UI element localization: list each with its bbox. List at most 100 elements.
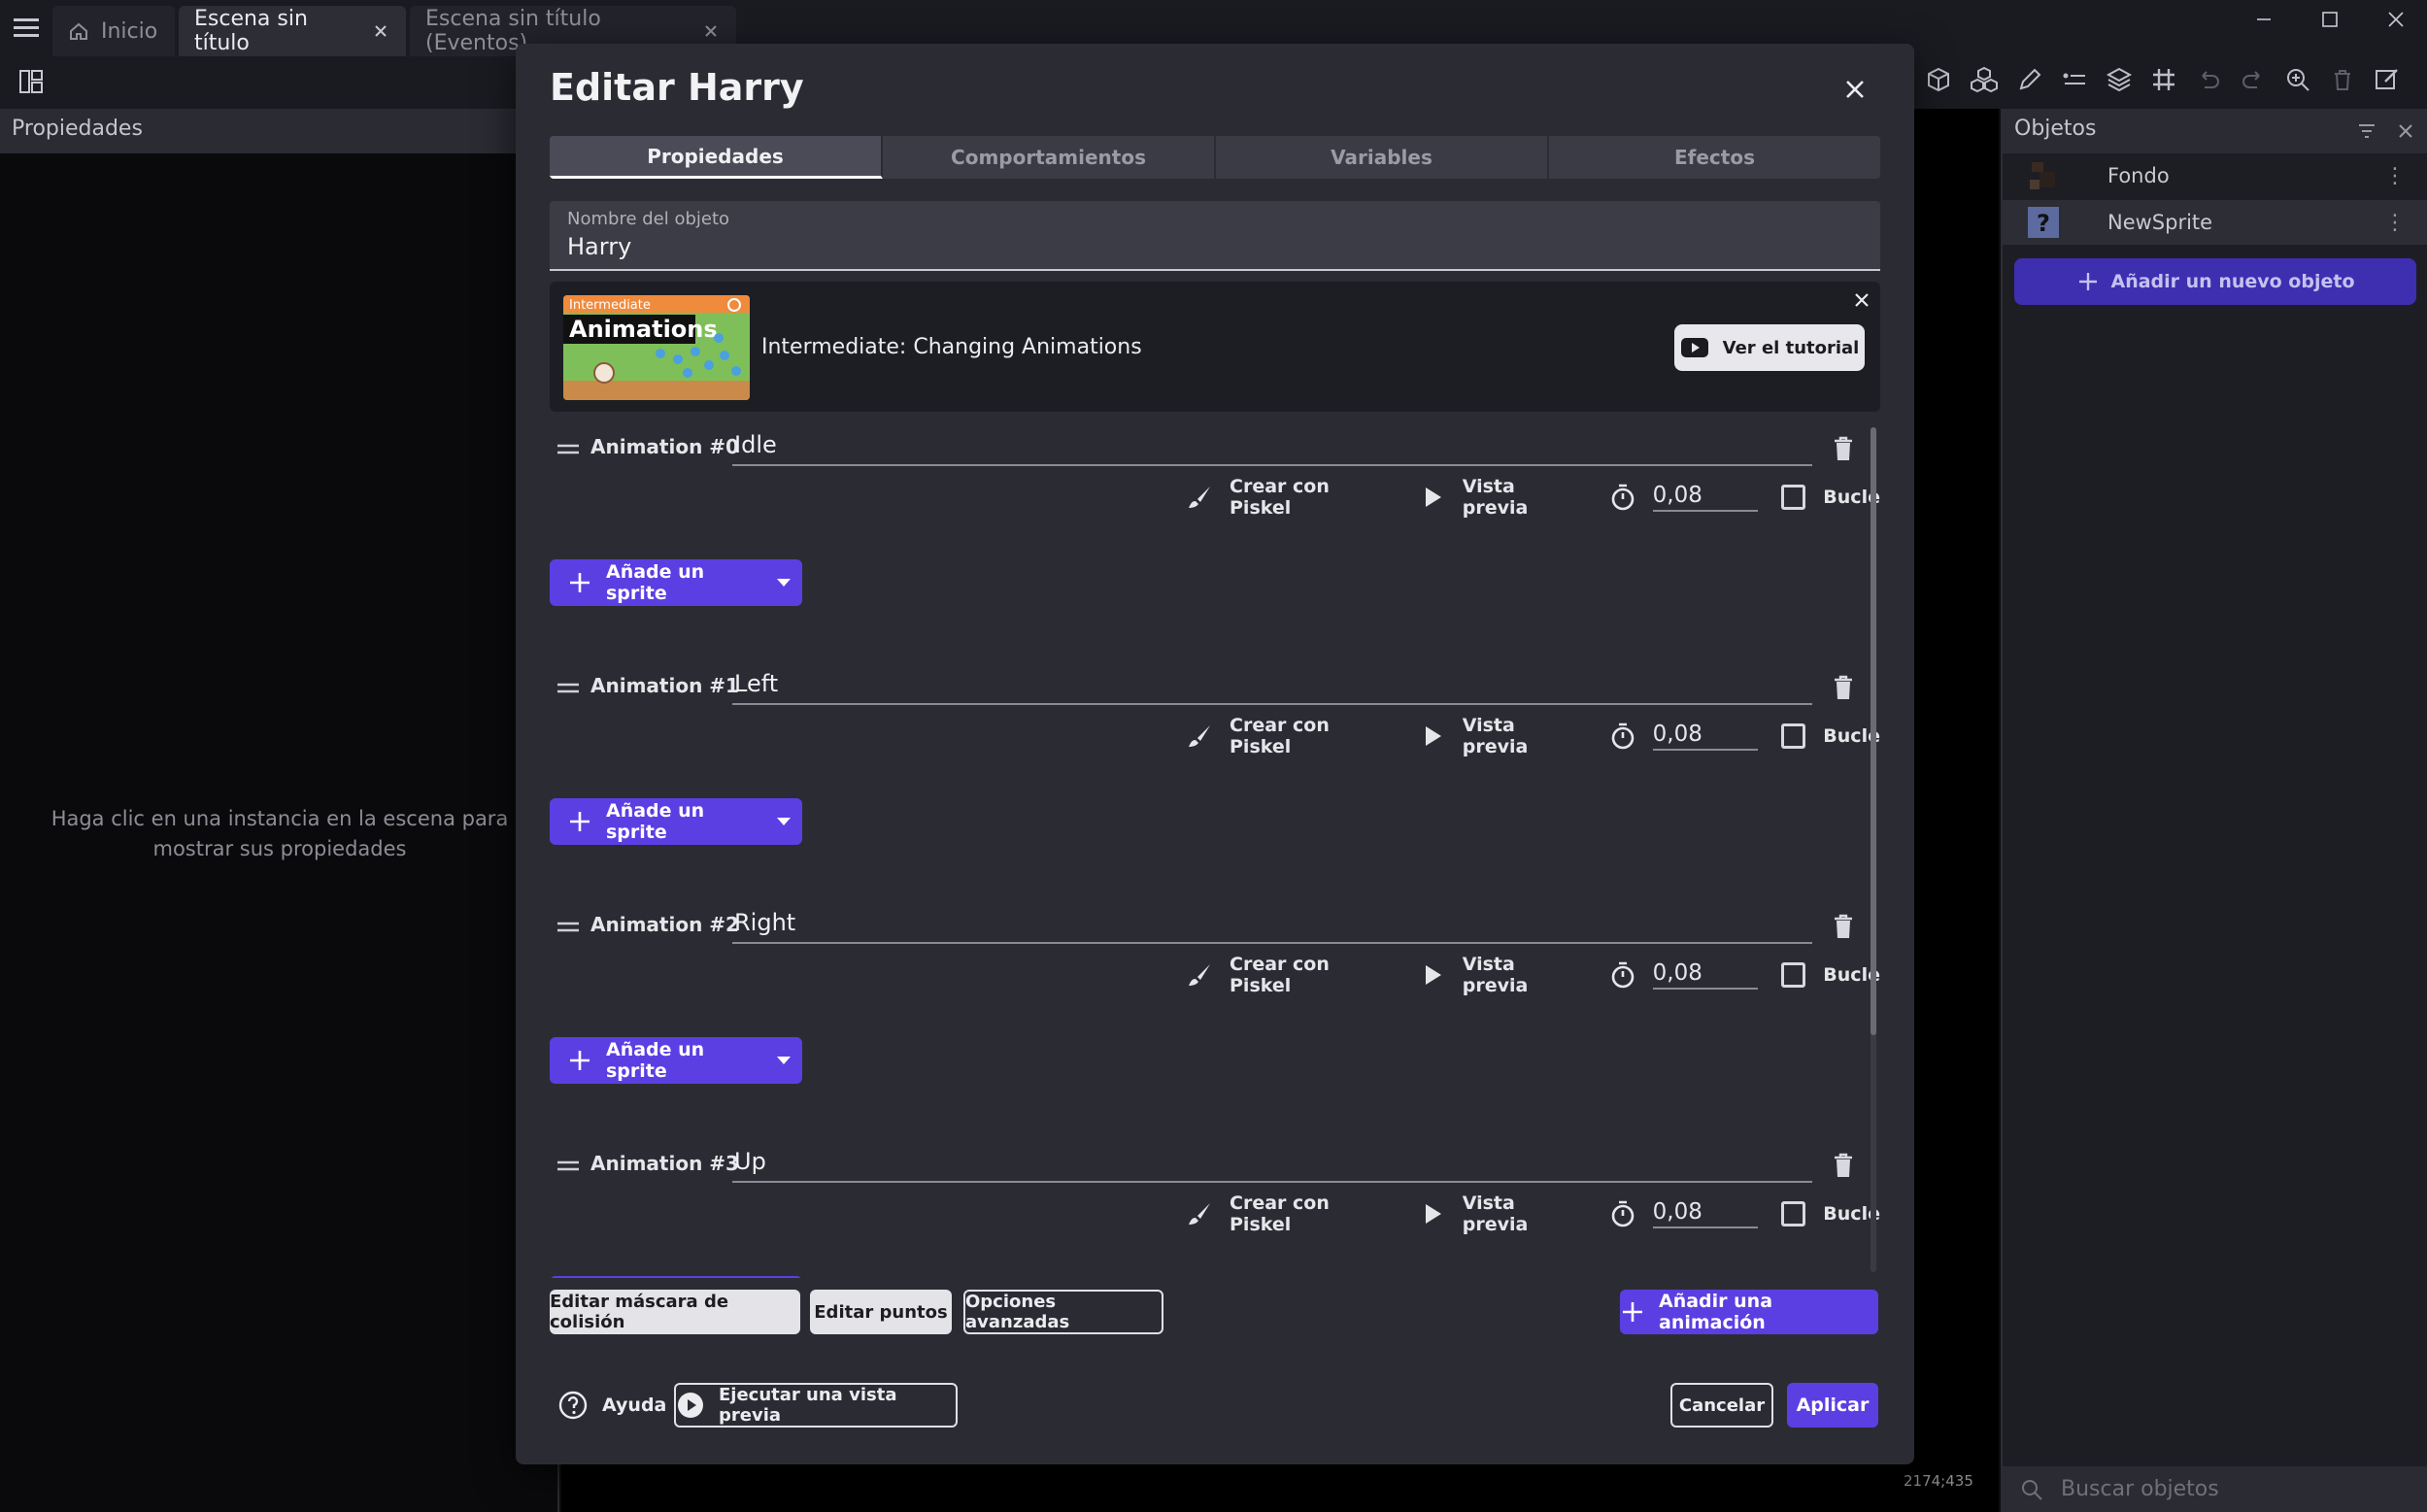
animation-name-input[interactable]: Up xyxy=(732,1144,1812,1183)
filter-icon[interactable] xyxy=(2356,120,2377,142)
time-between-frames-input[interactable]: 0,08 xyxy=(1652,483,1758,512)
trash-icon[interactable] xyxy=(2329,66,2356,93)
close-icon[interactable] xyxy=(371,21,390,41)
advanced-options-button[interactable]: Opciones avanzadas xyxy=(963,1290,1163,1334)
animation-name-input[interactable]: Right xyxy=(732,905,1812,944)
preview-button[interactable]: Vista previa xyxy=(1463,954,1585,996)
cubes-icon[interactable] xyxy=(1970,66,1999,93)
drag-handle-icon[interactable] xyxy=(556,1158,581,1175)
loop-checkbox[interactable] xyxy=(1780,962,1806,988)
play-circle-icon xyxy=(676,1391,705,1420)
drag-handle-icon[interactable] xyxy=(556,919,581,936)
add-animation-label: Añadir una animación xyxy=(1659,1291,1773,1333)
play-icon xyxy=(1418,1199,1447,1228)
more-vert-icon[interactable]: ⋮ xyxy=(2384,211,2406,235)
tab-behaviors[interactable]: Comportamientos xyxy=(883,136,1216,179)
animation-item: Animation #0 Idle Crear con Piskel Vista… xyxy=(550,423,1880,662)
tab-scene-label: Escena sin título xyxy=(194,7,308,55)
pencil-icon[interactable] xyxy=(2016,66,2043,93)
add-sprite-button[interactable]: Añade un sprite xyxy=(550,1037,802,1084)
redo-icon[interactable] xyxy=(2240,66,2267,93)
tutorial-thumb-badge: Intermediate xyxy=(569,298,651,313)
create-with-piskel-button[interactable]: Crear con Piskel xyxy=(1230,954,1395,996)
tab-home[interactable]: Inicio xyxy=(52,6,175,56)
loop-checkbox[interactable] xyxy=(1780,485,1806,510)
drag-handle-icon[interactable] xyxy=(556,441,581,458)
grid-icon[interactable] xyxy=(2150,66,2177,93)
chevron-down-icon[interactable] xyxy=(765,1055,802,1066)
add-sprite-button[interactable]: Añade un sprite xyxy=(550,559,802,606)
create-with-piskel-button[interactable]: Crear con Piskel xyxy=(1230,1193,1395,1235)
timer-icon xyxy=(1608,722,1637,751)
object-name-value[interactable]: Harry xyxy=(567,233,1863,260)
window-close-icon[interactable] xyxy=(2362,0,2427,39)
add-object-button[interactable]: Añadir un nuevo objeto xyxy=(2014,258,2416,305)
edit-object-icon[interactable] xyxy=(2374,66,2401,93)
watch-tutorial-button[interactable]: Ver el tutorial xyxy=(1674,324,1865,371)
loop-checkbox[interactable] xyxy=(1780,723,1806,749)
object-item-fondo[interactable]: Fondo ⋮ xyxy=(2003,153,2427,198)
chevron-down-icon[interactable] xyxy=(765,577,802,588)
tutorial-thumbnail[interactable]: Intermediate Animations xyxy=(563,295,750,400)
cancel-button[interactable]: Cancelar xyxy=(1670,1383,1773,1428)
create-with-piskel-button[interactable]: Crear con Piskel xyxy=(1230,476,1395,519)
trash-icon[interactable] xyxy=(1832,435,1855,462)
create-with-piskel-button[interactable]: Crear con Piskel xyxy=(1230,715,1395,757)
close-icon[interactable] xyxy=(1851,289,1872,311)
search-objects-field[interactable]: Buscar objetos xyxy=(2003,1466,2427,1512)
loop-checkbox[interactable] xyxy=(1780,1201,1806,1226)
apply-button[interactable]: Aplicar xyxy=(1787,1383,1878,1428)
zoom-icon[interactable] xyxy=(2284,66,2311,93)
tutorial-thumb-title: Animations xyxy=(569,316,718,343)
run-preview-button[interactable]: Ejecutar una vista previa xyxy=(674,1383,958,1428)
add-sprite-button[interactable]: Añade un sprite xyxy=(550,798,802,845)
plus-icon xyxy=(567,570,592,595)
minimize-icon[interactable] xyxy=(2230,0,2298,39)
brush-icon xyxy=(1185,1199,1214,1228)
object-item-newsprite[interactable]: ? NewSprite ⋮ xyxy=(2003,200,2427,245)
add-animation-button[interactable]: Añadir una animación xyxy=(1620,1290,1878,1334)
animation-item: Animation #1 Left Crear con Piskel Vista… xyxy=(550,662,1880,901)
edit-points-button[interactable]: Editar puntos xyxy=(810,1290,952,1334)
maximize-icon[interactable] xyxy=(2296,0,2364,39)
preview-button[interactable]: Vista previa xyxy=(1463,476,1585,519)
plus-icon xyxy=(567,809,592,834)
scrollbar-thumb[interactable] xyxy=(1871,427,1876,1035)
tab-variables[interactable]: Variables xyxy=(1216,136,1549,179)
objects-panel-title: Objetos xyxy=(2014,117,2097,141)
menu-icon[interactable] xyxy=(12,14,43,43)
add-sprite-button[interactable]: Añade un sprite xyxy=(550,1276,802,1278)
plus-icon xyxy=(1620,1299,1645,1325)
time-between-frames-input[interactable]: 0,08 xyxy=(1652,722,1758,751)
preview-button[interactable]: Vista previa xyxy=(1463,715,1585,757)
brush-icon xyxy=(1185,483,1214,512)
tab-effects[interactable]: Efectos xyxy=(1549,136,1880,179)
cube-icon[interactable] xyxy=(1925,66,1952,93)
dialog-tabs: Propiedades Comportamientos Variables Ef… xyxy=(550,136,1880,179)
object-name: NewSprite xyxy=(2107,211,2213,234)
close-icon[interactable] xyxy=(701,21,721,41)
tab-scene[interactable]: Escena sin título xyxy=(179,6,406,56)
drag-handle-icon[interactable] xyxy=(556,680,581,697)
animation-name-input[interactable]: Left xyxy=(732,666,1812,705)
tab-properties[interactable]: Propiedades xyxy=(550,136,883,179)
list-icon[interactable] xyxy=(2061,66,2088,93)
animation-name-input[interactable]: Idle xyxy=(732,427,1812,466)
preview-button[interactable]: Vista previa xyxy=(1463,1193,1585,1235)
time-between-frames-input[interactable]: 0,08 xyxy=(1652,1199,1758,1228)
edit-collision-mask-button[interactable]: Editar máscara de colisión xyxy=(550,1290,800,1334)
close-icon[interactable] xyxy=(1841,76,1869,103)
close-icon[interactable] xyxy=(2395,120,2416,142)
layers-icon[interactable] xyxy=(2106,66,2133,93)
help-button[interactable]: Ayuda xyxy=(557,1383,666,1428)
animations-list[interactable]: Animation #0 Idle Crear con Piskel Vista… xyxy=(550,423,1880,1278)
trash-icon[interactable] xyxy=(1832,913,1855,940)
time-between-frames-input[interactable]: 0,08 xyxy=(1652,960,1758,990)
trash-icon[interactable] xyxy=(1832,674,1855,701)
object-name-field[interactable]: Nombre del objeto Harry xyxy=(550,201,1880,271)
undo-icon[interactable] xyxy=(2195,66,2222,93)
chevron-down-icon[interactable] xyxy=(765,816,802,827)
more-vert-icon[interactable]: ⋮ xyxy=(2384,164,2406,188)
trash-icon[interactable] xyxy=(1832,1152,1855,1179)
panel-layout-icon[interactable] xyxy=(17,68,45,95)
